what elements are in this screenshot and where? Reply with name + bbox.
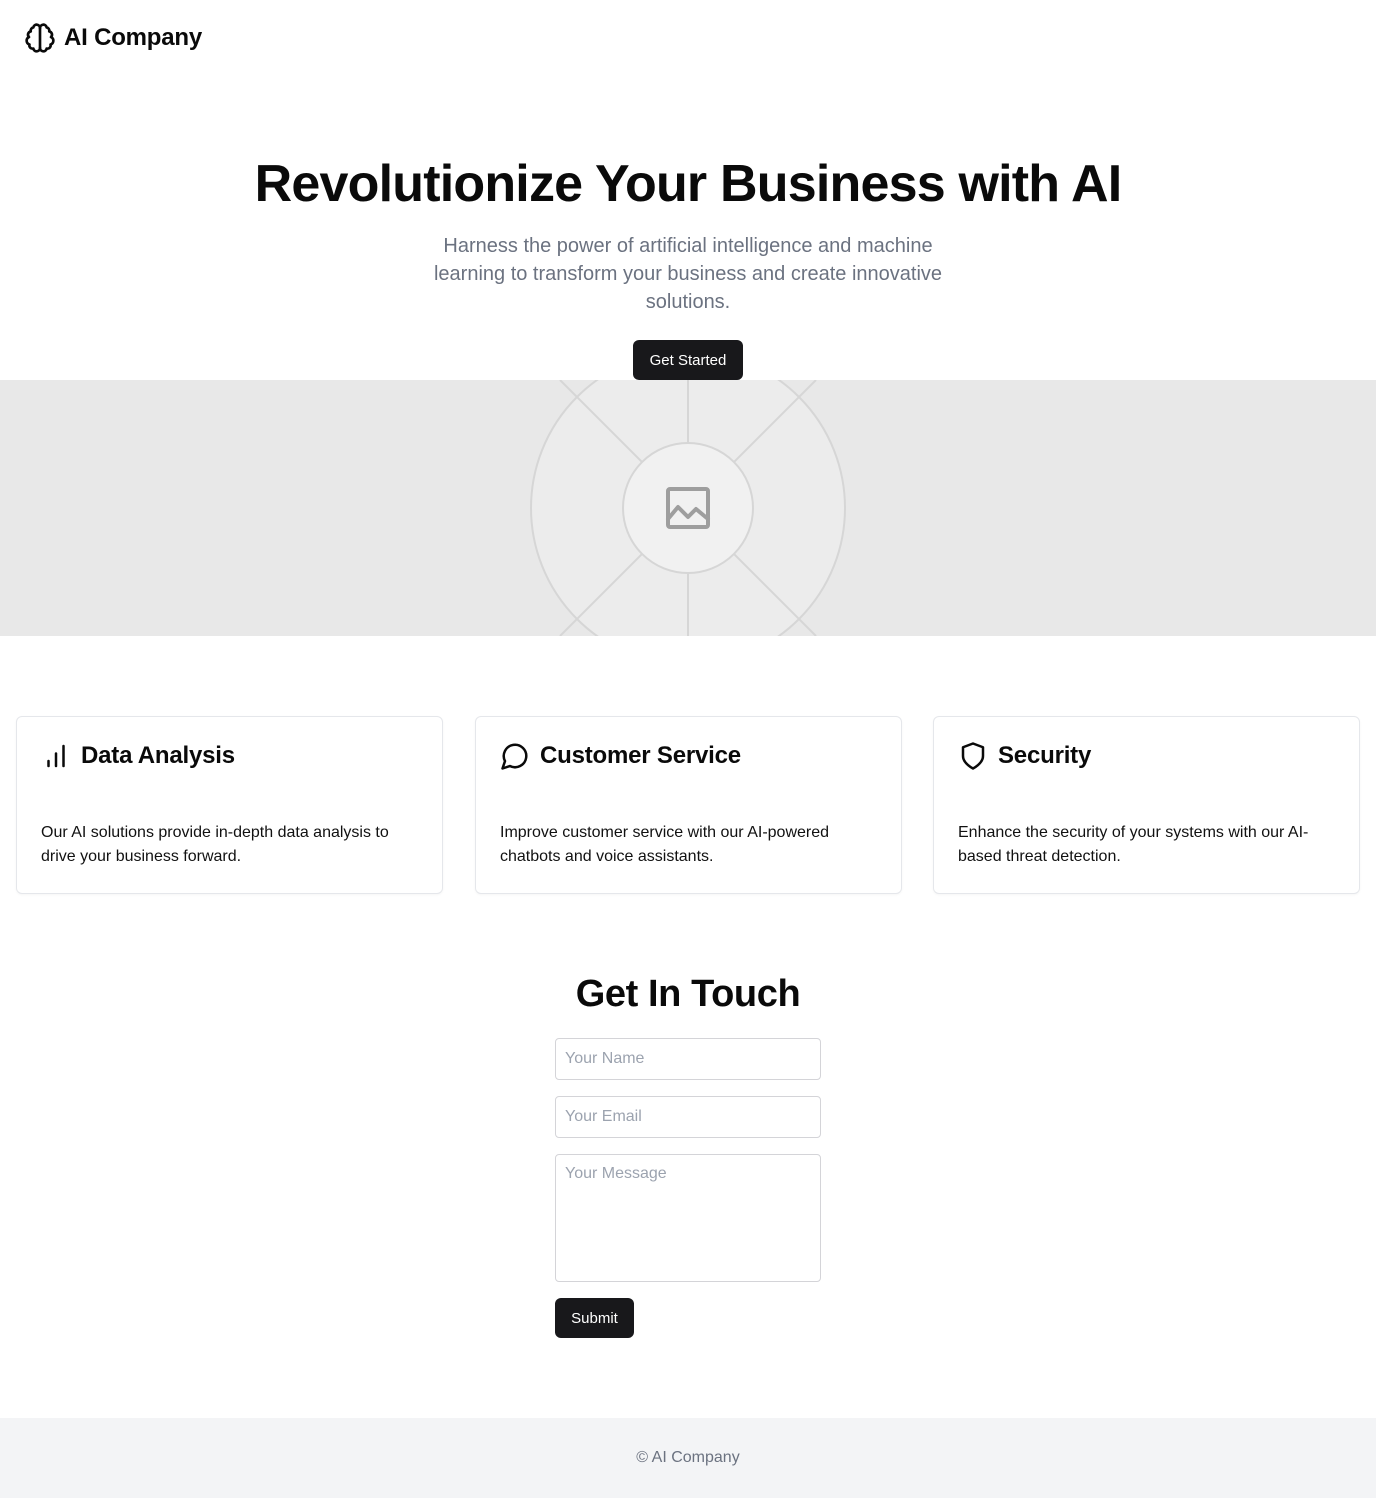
feature-card-security: Security Enhance the security of your sy… bbox=[933, 716, 1360, 894]
site-footer: © AI Company bbox=[0, 1418, 1376, 1498]
contact-title: Get In Touch bbox=[575, 973, 801, 1015]
feature-description: Enhance the security of your systems wit… bbox=[958, 824, 1309, 865]
submit-button[interactable]: Submit bbox=[555, 1298, 634, 1338]
get-started-button[interactable]: Get Started bbox=[633, 340, 743, 380]
hero-title: Revolutionize Your Business with AI bbox=[254, 155, 1123, 213]
bar-chart-icon bbox=[41, 741, 71, 771]
brand-name: AI Company bbox=[64, 24, 203, 51]
email-input[interactable] bbox=[555, 1096, 821, 1138]
feature-description: Our AI solutions provide in-depth data a… bbox=[41, 824, 389, 865]
message-circle-icon bbox=[500, 741, 530, 771]
name-input[interactable] bbox=[555, 1038, 821, 1080]
hero-image-placeholder bbox=[0, 380, 1376, 636]
feature-title: Security bbox=[998, 742, 1092, 769]
feature-description: Improve customer service with our AI-pow… bbox=[500, 824, 830, 865]
site-header: AI Company bbox=[0, 0, 1376, 80]
message-textarea[interactable] bbox=[555, 1154, 821, 1282]
feature-card-data-analysis: Data Analysis Our AI solutions provide i… bbox=[16, 716, 443, 894]
footer-copyright: © AI Company bbox=[636, 1449, 740, 1466]
hero-subtitle: Harness the power of artificial intellig… bbox=[433, 235, 943, 313]
feature-title: Data Analysis bbox=[81, 742, 235, 769]
image-placeholder-icon bbox=[664, 485, 712, 531]
feature-card-customer-service: Customer Service Improve customer servic… bbox=[475, 716, 902, 894]
shield-icon bbox=[958, 741, 988, 771]
brain-icon bbox=[24, 22, 56, 54]
brand-link[interactable]: AI Company bbox=[24, 22, 202, 54]
feature-title: Customer Service bbox=[540, 742, 741, 769]
